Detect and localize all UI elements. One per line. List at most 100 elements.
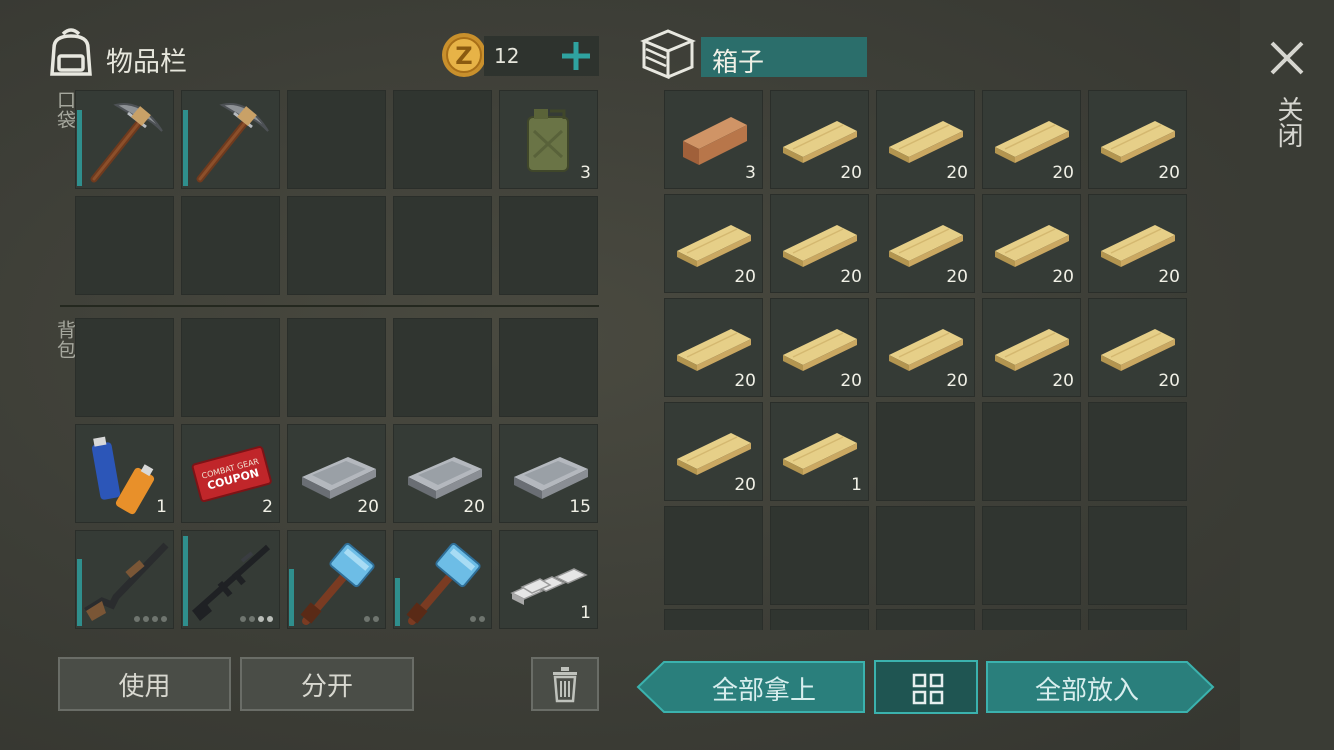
box-slot[interactable]: 20 bbox=[664, 194, 763, 293]
item-count: 20 bbox=[357, 497, 379, 517]
box-slot[interactable]: 20 bbox=[982, 298, 1081, 397]
backpack-slot[interactable] bbox=[181, 318, 280, 417]
item-count: 1 bbox=[580, 603, 591, 623]
backpack-slot[interactable] bbox=[393, 318, 492, 417]
durability-bar bbox=[183, 110, 188, 186]
item-count: 20 bbox=[1158, 371, 1180, 391]
item-count: 2 bbox=[262, 497, 273, 517]
item-count: 3 bbox=[580, 163, 591, 183]
box-slot[interactable] bbox=[876, 506, 975, 605]
backpack-slot[interactable] bbox=[499, 318, 598, 417]
close-label: 关闭 bbox=[1273, 96, 1303, 148]
box-slot[interactable]: 20 bbox=[982, 194, 1081, 293]
backpack-slot[interactable] bbox=[287, 530, 386, 629]
item-count: 20 bbox=[946, 163, 968, 183]
durability-bar bbox=[77, 559, 82, 626]
box-grid-overflow bbox=[664, 609, 1188, 630]
box-slot[interactable]: 20 bbox=[876, 298, 975, 397]
trash-icon bbox=[553, 667, 577, 703]
pocket-slot[interactable] bbox=[287, 90, 386, 189]
close-button[interactable]: 关闭 bbox=[1240, 0, 1334, 750]
item-count: 20 bbox=[734, 475, 756, 495]
pocket-slot[interactable] bbox=[287, 196, 386, 295]
box-slot[interactable]: 3 bbox=[664, 90, 763, 189]
box-slot[interactable]: 20 bbox=[770, 194, 869, 293]
pocket-slot[interactable]: 3 bbox=[499, 90, 598, 189]
ammo-indicator bbox=[364, 616, 379, 622]
box-slot[interactable]: 20 bbox=[876, 90, 975, 189]
pocket-slot[interactable] bbox=[181, 90, 280, 189]
item-count: 20 bbox=[1158, 163, 1180, 183]
backpack-icon bbox=[46, 26, 96, 78]
ammo-indicator bbox=[240, 616, 273, 622]
box-slot[interactable] bbox=[982, 402, 1081, 501]
item-count: 20 bbox=[840, 267, 862, 287]
backpack-slot[interactable]: COMBAT GEAR COUPON 2 bbox=[181, 424, 280, 523]
backpack-slot[interactable]: 1 bbox=[75, 424, 174, 523]
box-slot[interactable] bbox=[770, 506, 869, 605]
use-button[interactable]: 使用 bbox=[58, 657, 231, 711]
box-slot[interactable] bbox=[876, 402, 975, 501]
backpack-slot[interactable] bbox=[75, 530, 174, 629]
durability-bar bbox=[395, 578, 400, 626]
pocket-slot[interactable] bbox=[499, 196, 598, 295]
box-title: 箱子 bbox=[712, 48, 765, 78]
backpack-slot[interactable]: 20 bbox=[393, 424, 492, 523]
coin-count: 12 bbox=[494, 44, 520, 68]
item-count: 20 bbox=[734, 371, 756, 391]
item-count: 20 bbox=[734, 267, 756, 287]
take-all-label: 全部拿上 bbox=[711, 676, 816, 706]
box-slot[interactable]: 20 bbox=[876, 194, 975, 293]
box-slot[interactable]: 20 bbox=[770, 90, 869, 189]
item-count: 15 bbox=[569, 497, 591, 517]
inventory-title: 物品栏 bbox=[106, 47, 187, 78]
pocket-slot[interactable] bbox=[393, 196, 492, 295]
item-count: 1 bbox=[156, 497, 167, 517]
pickaxe-icon bbox=[182, 91, 281, 190]
box-slot[interactable]: 20 bbox=[664, 402, 763, 501]
put-all-button[interactable]: 全部放入 bbox=[985, 660, 1215, 714]
sort-button[interactable] bbox=[874, 660, 978, 714]
pocket-slot[interactable] bbox=[75, 196, 174, 295]
backpack-slot[interactable] bbox=[393, 530, 492, 629]
item-count: 20 bbox=[1052, 163, 1074, 183]
backpack-slot[interactable]: 15 bbox=[499, 424, 598, 523]
backpack-slot[interactable] bbox=[181, 530, 280, 629]
box-slot[interactable] bbox=[664, 506, 763, 605]
pocket-slot[interactable] bbox=[181, 196, 280, 295]
ammo-indicator bbox=[134, 616, 167, 622]
box-slot[interactable]: 20 bbox=[982, 90, 1081, 189]
box-slot[interactable]: 20 bbox=[770, 298, 869, 397]
trash-button[interactable] bbox=[531, 657, 599, 711]
put-all-label: 全部放入 bbox=[1034, 676, 1139, 706]
box-slot[interactable]: 20 bbox=[664, 298, 763, 397]
box-icon bbox=[640, 27, 696, 80]
durability-bar bbox=[183, 536, 188, 626]
backpack-slot[interactable]: 20 bbox=[287, 424, 386, 523]
item-count: 20 bbox=[1158, 267, 1180, 287]
ammo-indicator bbox=[470, 616, 485, 622]
box-slot[interactable]: 20 bbox=[1088, 194, 1187, 293]
backpack-slot[interactable] bbox=[75, 318, 174, 417]
backpack-slot[interactable]: 1 bbox=[499, 530, 598, 629]
grid-sort-icon bbox=[912, 673, 944, 705]
box-slot[interactable]: 1 bbox=[770, 402, 869, 501]
pickaxe-icon bbox=[76, 91, 175, 190]
item-count: 1 bbox=[851, 475, 862, 495]
item-count: 20 bbox=[946, 267, 968, 287]
add-coins-button[interactable] bbox=[556, 36, 596, 76]
box-slot[interactable]: 20 bbox=[1088, 90, 1187, 189]
pocket-slot[interactable] bbox=[75, 90, 174, 189]
svg-text:Z: Z bbox=[455, 42, 472, 70]
item-count: 20 bbox=[1052, 267, 1074, 287]
box-slot[interactable] bbox=[982, 506, 1081, 605]
box-slot[interactable] bbox=[1088, 402, 1187, 501]
backpack-slot[interactable] bbox=[287, 318, 386, 417]
split-button[interactable]: 分开 bbox=[240, 657, 414, 711]
pocket-slot[interactable] bbox=[393, 90, 492, 189]
box-slot[interactable]: 20 bbox=[1088, 298, 1187, 397]
box-slot[interactable] bbox=[1088, 506, 1187, 605]
durability-bar bbox=[77, 110, 82, 186]
item-count: 3 bbox=[745, 163, 756, 183]
take-all-button[interactable]: 全部拿上 bbox=[636, 660, 866, 714]
